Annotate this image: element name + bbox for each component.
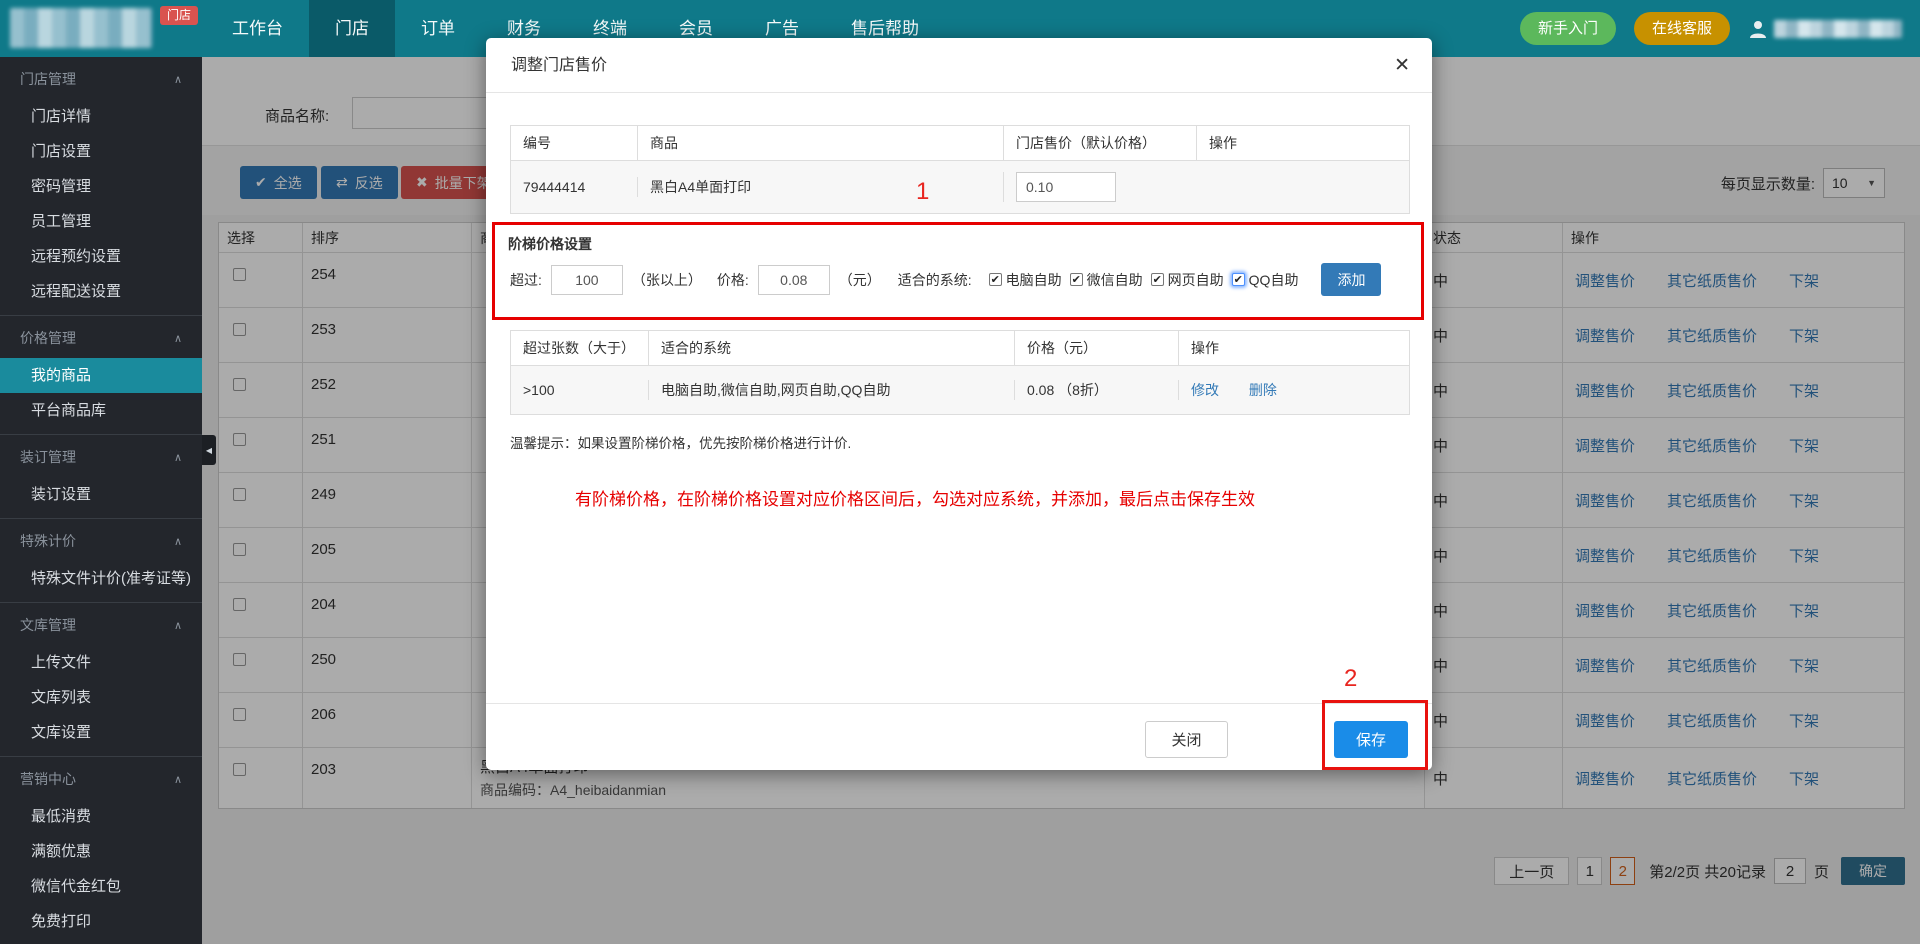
mheader-product: 商品 xyxy=(637,126,1003,160)
sidebar-item[interactable]: 远程配送设置 xyxy=(0,274,202,309)
nav-item-3[interactable]: 订单 xyxy=(395,0,481,57)
sidebar: 门店管理 ∧ 门店详情 门店设置 密码管理 员工管理 远程预约设置 远程配送设置价格管理 ∧ 我的… xyxy=(0,57,202,944)
sidebar-item[interactable]: 免费打印 xyxy=(0,904,202,939)
user-icon xyxy=(1748,19,1768,39)
price-unit-label: （元） xyxy=(838,271,881,288)
product-name: 黑白A4单面打印 xyxy=(637,177,1003,197)
sidebar-collapse-handle[interactable]: ◀ xyxy=(202,435,216,465)
system-checkbox-3[interactable]: ✔ 网页自助 xyxy=(1150,270,1224,290)
mheader-id: 编号 xyxy=(523,135,551,151)
sidebar-section-title[interactable]: 营销中心 ∧ xyxy=(0,759,202,799)
sidebar-item[interactable]: 平台商品库 xyxy=(0,393,202,428)
modal-footer: 关闭 保存 xyxy=(486,703,1432,770)
tier-section-title: 阶梯价格设置 xyxy=(508,236,592,252)
sidebar-item[interactable]: 微信代金红包 xyxy=(0,869,202,904)
sidebar-item[interactable]: 门店详情 xyxy=(0,99,202,134)
checked-checkbox-icon: ✔ xyxy=(1150,273,1164,286)
username-blurred xyxy=(1774,19,1902,38)
modal-header: 调整门店售价 ✕ xyxy=(486,38,1432,93)
sidebar-item[interactable]: 上传文件 xyxy=(0,645,202,680)
tier-table: 超过张数（大于） 适合的系统 价格（元） 操作 >100 电脑自助,微信自助,网… xyxy=(510,330,1410,415)
system-checkbox-label: 电脑自助 xyxy=(1005,271,1062,288)
sidebar-item[interactable]: 文库列表 xyxy=(0,680,202,715)
sidebar-section-title[interactable]: 特殊计价 ∧ xyxy=(0,521,202,561)
app-logo xyxy=(10,8,152,48)
user-account[interactable] xyxy=(1748,19,1902,39)
system-checkbox-label: 网页自助 xyxy=(1167,271,1224,288)
system-checkbox-4[interactable]: ✔ QQ自助 xyxy=(1231,270,1299,290)
default-price-input[interactable] xyxy=(1016,172,1116,202)
section-collapse-icon: ∧ xyxy=(173,451,182,464)
checked-checkbox-icon: ✔ xyxy=(1069,273,1083,286)
sidebar-item[interactable]: 门店设置 xyxy=(0,134,202,169)
mheader-price: 门店售价（默认价格） xyxy=(1003,126,1196,160)
store-badge: 门店 xyxy=(160,6,199,25)
tier-table-row: >100 电脑自助,微信自助,网页自助,QQ自助 0.08 （8折） 修改 删除 xyxy=(511,366,1409,414)
modal-title: 调整门店售价 xyxy=(511,57,608,74)
collapse-arrow-icon: ◀ xyxy=(205,445,213,455)
sidebar-item[interactable]: 满额优惠 xyxy=(0,834,202,869)
system-checkbox-label: 微信自助 xyxy=(1086,271,1143,288)
modal-product-row: 79444414 黑白A4单面打印 xyxy=(511,161,1409,213)
nav-item-1[interactable]: 工作台 xyxy=(206,0,309,57)
sidebar-item[interactable]: 员工管理 xyxy=(0,204,202,239)
product-id: 79444414 xyxy=(523,179,586,195)
sidebar-section-title[interactable]: 门店管理 ∧ xyxy=(0,59,202,99)
tier-over-value: >100 xyxy=(523,382,555,398)
section-collapse-icon: ∧ xyxy=(173,619,182,632)
modal-tip-text: 温馨提示：如果设置阶梯价格，优先按阶梯价格进行计价. xyxy=(510,436,852,451)
section-collapse-icon: ∧ xyxy=(173,535,182,548)
modal-close-icon[interactable]: ✕ xyxy=(1394,54,1410,77)
adjust-price-modal: 调整门店售价 ✕ 1 编号 商品 门店售价（默认价格） 操作 79444414 … xyxy=(486,38,1432,770)
mheader-action: 操作 xyxy=(1196,126,1409,160)
tier-price-input[interactable] xyxy=(757,264,830,295)
checked-checkbox-icon: ✔ xyxy=(988,273,1002,286)
annotation-save-highlight xyxy=(1322,700,1428,770)
annotation-step-1: 1 xyxy=(916,178,930,205)
tier-price-value: 0.08 （8折） xyxy=(1014,380,1178,400)
modal-product-table: 编号 商品 门店售价（默认价格） 操作 79444414 黑白A4单面打印 xyxy=(510,125,1410,214)
theader-systems: 适合的系统 xyxy=(648,331,1014,365)
checked-checkbox-icon: ✔ xyxy=(1231,273,1245,286)
online-service-button[interactable]: 在线客服 xyxy=(1633,12,1730,45)
theader-over: 超过张数（大于） xyxy=(523,340,635,356)
sidebar-section-title[interactable]: 文库管理 ∧ xyxy=(0,605,202,645)
system-checkbox-1[interactable]: ✔ 电脑自助 xyxy=(988,270,1062,290)
theader-price: 价格（元） xyxy=(1014,331,1178,365)
tier-delete-link[interactable]: 删除 xyxy=(1249,382,1277,398)
price-label: 价格: xyxy=(716,271,749,288)
section-collapse-icon: ∧ xyxy=(173,773,182,786)
sidebar-item[interactable]: 特殊文件计价(准考证等) xyxy=(0,561,202,596)
sidebar-item[interactable]: 我的商品 xyxy=(0,358,202,393)
section-collapse-icon: ∧ xyxy=(173,73,182,86)
sidebar-item[interactable]: 密码管理 xyxy=(0,169,202,204)
sidebar-section-title[interactable]: 价格管理 ∧ xyxy=(0,318,202,358)
theader-action: 操作 xyxy=(1178,331,1409,365)
system-checkbox-2[interactable]: ✔ 微信自助 xyxy=(1069,270,1143,290)
sidebar-item[interactable]: 关注公众号 xyxy=(0,939,202,944)
newbie-guide-button[interactable]: 新手入门 xyxy=(1519,12,1616,45)
tier-systems-value: 电脑自助,微信自助,网页自助,QQ自助 xyxy=(648,380,1014,400)
over-quantity-input[interactable] xyxy=(550,264,623,295)
sidebar-item[interactable]: 远程预约设置 xyxy=(0,239,202,274)
systems-label: 适合的系统: xyxy=(897,271,972,288)
system-checkbox-label: QQ自助 xyxy=(1248,271,1299,288)
add-tier-button[interactable]: 添加 xyxy=(1321,263,1382,296)
modal-close-button[interactable]: 关闭 xyxy=(1145,721,1228,758)
nav-item-2[interactable]: 门店 xyxy=(309,0,395,57)
tier-price-section: 阶梯价格设置 超过: （张以上） 价格: （元） 适合的系统: ✔电脑自助✔微信… xyxy=(492,222,1424,320)
sidebar-item[interactable]: 文库设置 xyxy=(0,715,202,750)
sidebar-item[interactable]: 装订设置 xyxy=(0,477,202,512)
sidebar-item[interactable]: 最低消费 xyxy=(0,799,202,834)
annotation-step-2: 2 xyxy=(1344,665,1358,692)
section-collapse-icon: ∧ xyxy=(173,332,182,345)
tier-edit-link[interactable]: 修改 xyxy=(1191,382,1219,398)
over-unit-label: （张以上） xyxy=(631,271,702,288)
annotation-guide-text: 有阶梯价格，在阶梯价格设置对应价格区间后，勾选对应系统，并添加，最后点击保存生效 xyxy=(575,490,1255,509)
over-label: 超过: xyxy=(510,271,542,288)
sidebar-section-title[interactable]: 装订管理 ∧ xyxy=(0,437,202,477)
